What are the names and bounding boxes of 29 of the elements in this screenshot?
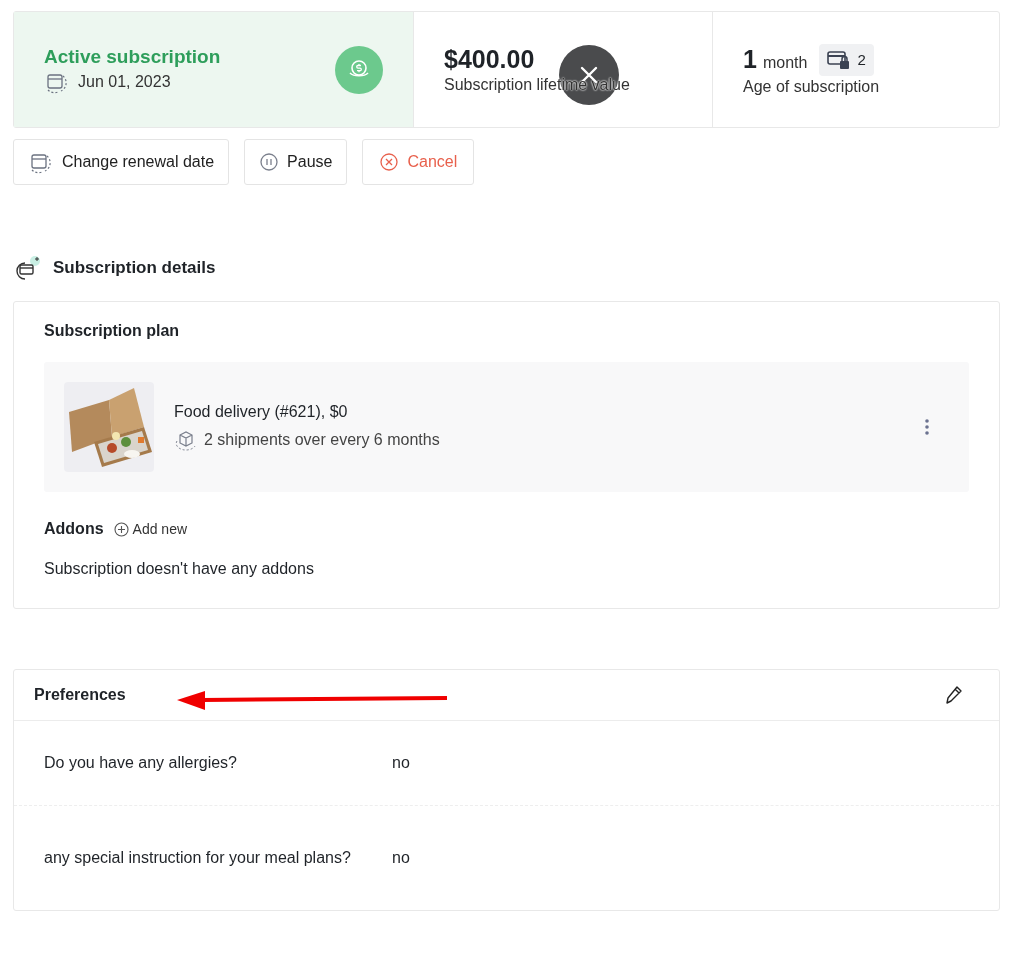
edit-button[interactable]: [945, 685, 963, 705]
pause-button[interactable]: Pause: [244, 139, 348, 185]
addons-empty-text: Subscription doesn't have any addons: [44, 560, 315, 578]
box-icon: [174, 429, 198, 451]
plus-icon: [113, 521, 129, 537]
locked-card-badge: 2: [819, 43, 874, 76]
addons-title: Addons: [44, 520, 104, 538]
cancel-icon: [379, 152, 400, 172]
start-date: Jun 01, 2023: [78, 72, 171, 91]
add-new-link[interactable]: Add new: [113, 521, 188, 537]
age-label: Age of subscription: [743, 77, 881, 96]
preference-question: Do you have any allergies?: [44, 752, 238, 773]
age-unit: month: [762, 53, 808, 72]
pause-icon: [259, 152, 280, 172]
preference-question: any special instruction for your meal plans?: [44, 847, 352, 868]
renewal-button[interactable]: Change renewal date: [13, 139, 230, 185]
preference-answer: no: [392, 849, 411, 867]
plan-name: Food delivery (#621), $0: [174, 403, 349, 421]
more-icon[interactable]: [925, 419, 929, 435]
section-title: Subscription details: [53, 258, 216, 278]
card-icon: [13, 255, 41, 281]
lifetime-value: $400.00: [444, 45, 536, 74]
plan-title: Subscription plan: [44, 322, 181, 340]
status-title: Active subscription: [44, 45, 221, 68]
preferences-title: Preferences: [34, 686, 126, 704]
preference-answer: no: [392, 754, 411, 772]
age-number: 1: [743, 45, 757, 74]
shipment-schedule: 2 shipments over every 6 months: [204, 431, 440, 449]
dollar-coin-icon: [335, 45, 383, 94]
